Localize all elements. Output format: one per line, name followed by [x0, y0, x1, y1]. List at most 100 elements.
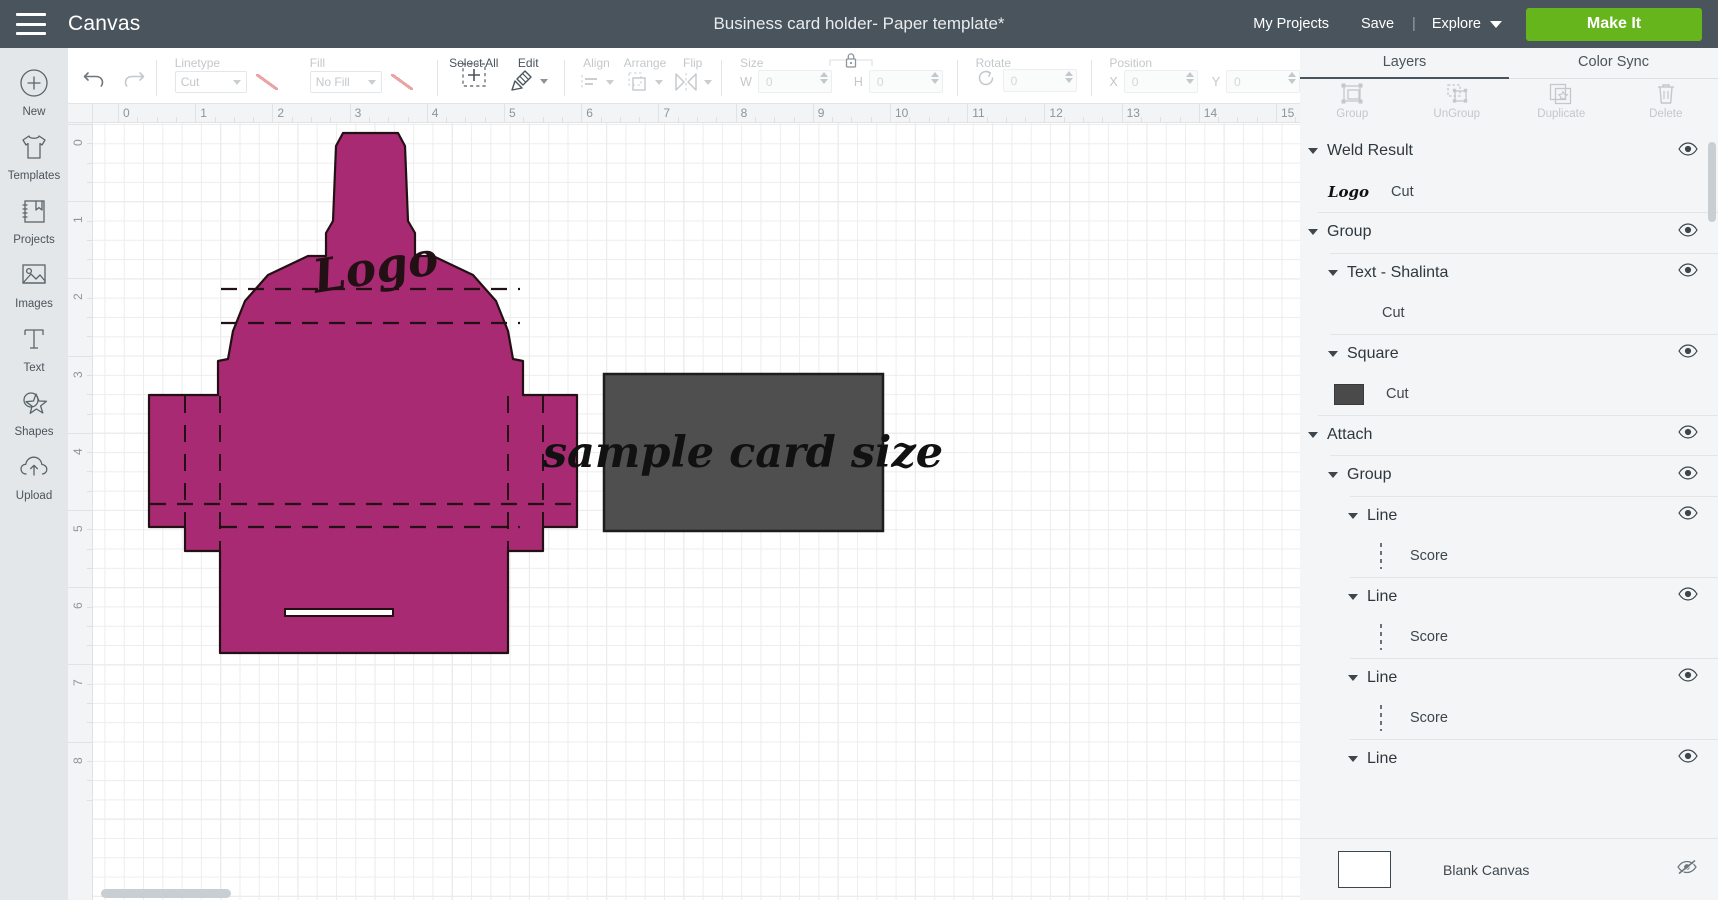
ungroup-button[interactable]: UnGroup: [1405, 81, 1510, 120]
ruler-number: 7: [71, 679, 85, 687]
ruler-number: 2: [71, 293, 85, 301]
delete-button[interactable]: Delete: [1614, 81, 1718, 120]
align-button[interactable]: [579, 71, 614, 93]
rotate-icon[interactable]: [976, 68, 996, 93]
layer-row-square[interactable]: Square: [1300, 333, 1718, 375]
visibility-hidden-eye-icon[interactable]: [1676, 859, 1698, 880]
fill-select[interactable]: No Fill: [309, 71, 382, 93]
layer-row-score[interactable]: Score: [1300, 698, 1718, 739]
position-x-input[interactable]: 0: [1123, 70, 1198, 93]
layer-row-text-cut[interactable]: Cut: [1300, 293, 1718, 334]
linetype-select[interactable]: Cut: [174, 71, 247, 93]
undo-icon[interactable]: [82, 66, 107, 93]
my-projects-link[interactable]: My Projects: [1237, 16, 1345, 32]
ruler-tick: [812, 104, 814, 123]
layer-row-line[interactable]: Line: [1300, 576, 1718, 618]
caret-down-icon[interactable]: [1348, 674, 1358, 681]
layer-row-attach[interactable]: Attach: [1300, 414, 1718, 456]
caret-down-icon[interactable]: [1348, 755, 1358, 762]
layer-row-line[interactable]: Line: [1300, 657, 1718, 699]
sidebar-item-text[interactable]: Text: [0, 322, 68, 374]
tab-color-sync[interactable]: Color Sync: [1509, 48, 1718, 79]
layer-row-attach-group[interactable]: Group: [1300, 455, 1718, 496]
caret-down-icon[interactable]: [1348, 593, 1358, 600]
scrollbar-thumb[interactable]: [1708, 142, 1716, 222]
caret-down-icon[interactable]: [1328, 269, 1338, 276]
save-button[interactable]: Save: [1345, 16, 1410, 32]
sidebar-item-templates[interactable]: Templates: [0, 130, 68, 182]
caret-down-icon[interactable]: [1308, 148, 1318, 155]
hamburger-icon[interactable]: [16, 13, 46, 35]
explore-dropdown[interactable]: Explore: [1418, 16, 1516, 32]
visibility-eye-icon[interactable]: [1678, 668, 1698, 687]
layer-row-line[interactable]: Line: [1300, 738, 1718, 780]
horizontal-ruler: 0 1 2 3 4 5 6 7 8 9 10 11 12 13 14 15: [93, 104, 1300, 123]
layer-row-group[interactable]: Group: [1300, 212, 1718, 253]
layer-row-line[interactable]: Line: [1300, 495, 1718, 537]
visibility-eye-icon[interactable]: [1678, 587, 1698, 606]
layer-row-logo-cut[interactable]: Logo Cut: [1300, 172, 1718, 213]
layer-row-score[interactable]: Score: [1300, 536, 1718, 577]
sidebar-item-upload[interactable]: Upload: [0, 450, 68, 502]
fill-color-swatch[interactable]: [389, 71, 415, 93]
height-value: 0: [876, 74, 884, 89]
visibility-eye-icon[interactable]: [1678, 263, 1698, 282]
layers-scrollbar[interactable]: [1708, 140, 1716, 861]
caret-down-icon[interactable]: [1328, 472, 1338, 479]
height-stepper[interactable]: [930, 72, 939, 84]
ruler-tick: [1276, 104, 1277, 123]
flip-button[interactable]: [673, 71, 713, 93]
duplicate-button[interactable]: Duplicate: [1509, 81, 1614, 120]
position-y-stepper[interactable]: [1288, 72, 1297, 84]
lock-icon[interactable]: [828, 48, 874, 79]
ruler-tick: [1198, 104, 1200, 123]
vertical-ruler: 0 1 2 3 4 5 6 7 8: [68, 123, 93, 900]
ruler-tick: [967, 104, 969, 123]
position-x-stepper[interactable]: [1185, 72, 1194, 84]
visibility-eye-icon[interactable]: [1678, 425, 1698, 444]
scrollbar-thumb[interactable]: [101, 889, 231, 898]
position-x-value: 0: [1131, 74, 1139, 89]
visibility-eye-icon[interactable]: [1678, 142, 1698, 161]
arrange-button[interactable]: [626, 71, 664, 93]
edit-tools-button[interactable]: [509, 69, 548, 93]
caret-down-icon[interactable]: [1328, 350, 1338, 357]
width-stepper[interactable]: [819, 72, 828, 84]
redo-icon[interactable]: [121, 66, 146, 93]
layer-row-weld-result[interactable]: Weld Result: [1300, 131, 1718, 172]
visibility-eye-icon[interactable]: [1678, 466, 1698, 485]
layer-row-square-cut[interactable]: Cut: [1300, 374, 1718, 415]
layers-list[interactable]: Weld Result Logo Cut Group Text - Shalin…: [1300, 131, 1718, 864]
rotate-stepper[interactable]: [1064, 71, 1073, 83]
visibility-eye-icon[interactable]: [1678, 344, 1698, 363]
visibility-eye-icon[interactable]: [1678, 506, 1698, 525]
tab-layers[interactable]: Layers: [1300, 48, 1509, 79]
visibility-eye-icon[interactable]: [1678, 223, 1698, 242]
visibility-eye-icon[interactable]: [1678, 749, 1698, 768]
canvas-grid[interactable]: Logo sample card size: [93, 123, 1300, 900]
ruler-tick: [68, 587, 93, 589]
ruler-tick: [68, 664, 93, 666]
width-input[interactable]: 0: [757, 70, 832, 93]
sidebar-item-projects[interactable]: Projects: [0, 194, 68, 246]
caret-down-icon[interactable]: [1308, 229, 1318, 236]
position-y-input[interactable]: 0: [1226, 70, 1301, 93]
linetype-color-swatch[interactable]: [254, 71, 280, 93]
layer-row-score[interactable]: Score: [1300, 617, 1718, 658]
sidebar-item-images[interactable]: Images: [0, 258, 68, 310]
canvas-horizontal-scrollbar[interactable]: [93, 889, 1300, 898]
group-button[interactable]: Group: [1300, 81, 1405, 120]
canvas-label: Canvas: [68, 12, 141, 35]
ruler-number: 12: [1049, 106, 1063, 120]
rotate-input[interactable]: 0: [1002, 69, 1077, 92]
layer-title: Line: [1367, 749, 1398, 767]
design-canvas[interactable]: 0 1 2 3 4 5 6 7 8 9 10 11 12 13 14 15 012345678: [68, 104, 1300, 900]
caret-down-icon[interactable]: [1308, 431, 1318, 438]
sidebar-item-shapes[interactable]: Shapes: [0, 386, 68, 438]
height-input[interactable]: 0: [868, 70, 943, 93]
make-it-button[interactable]: Make It: [1526, 7, 1702, 41]
sidebar-item-new[interactable]: New: [0, 66, 68, 118]
blank-canvas-row[interactable]: Blank Canvas: [1300, 838, 1718, 900]
layer-row-text-shalinta[interactable]: Text - Shalinta: [1300, 252, 1718, 294]
caret-down-icon[interactable]: [1348, 512, 1358, 519]
